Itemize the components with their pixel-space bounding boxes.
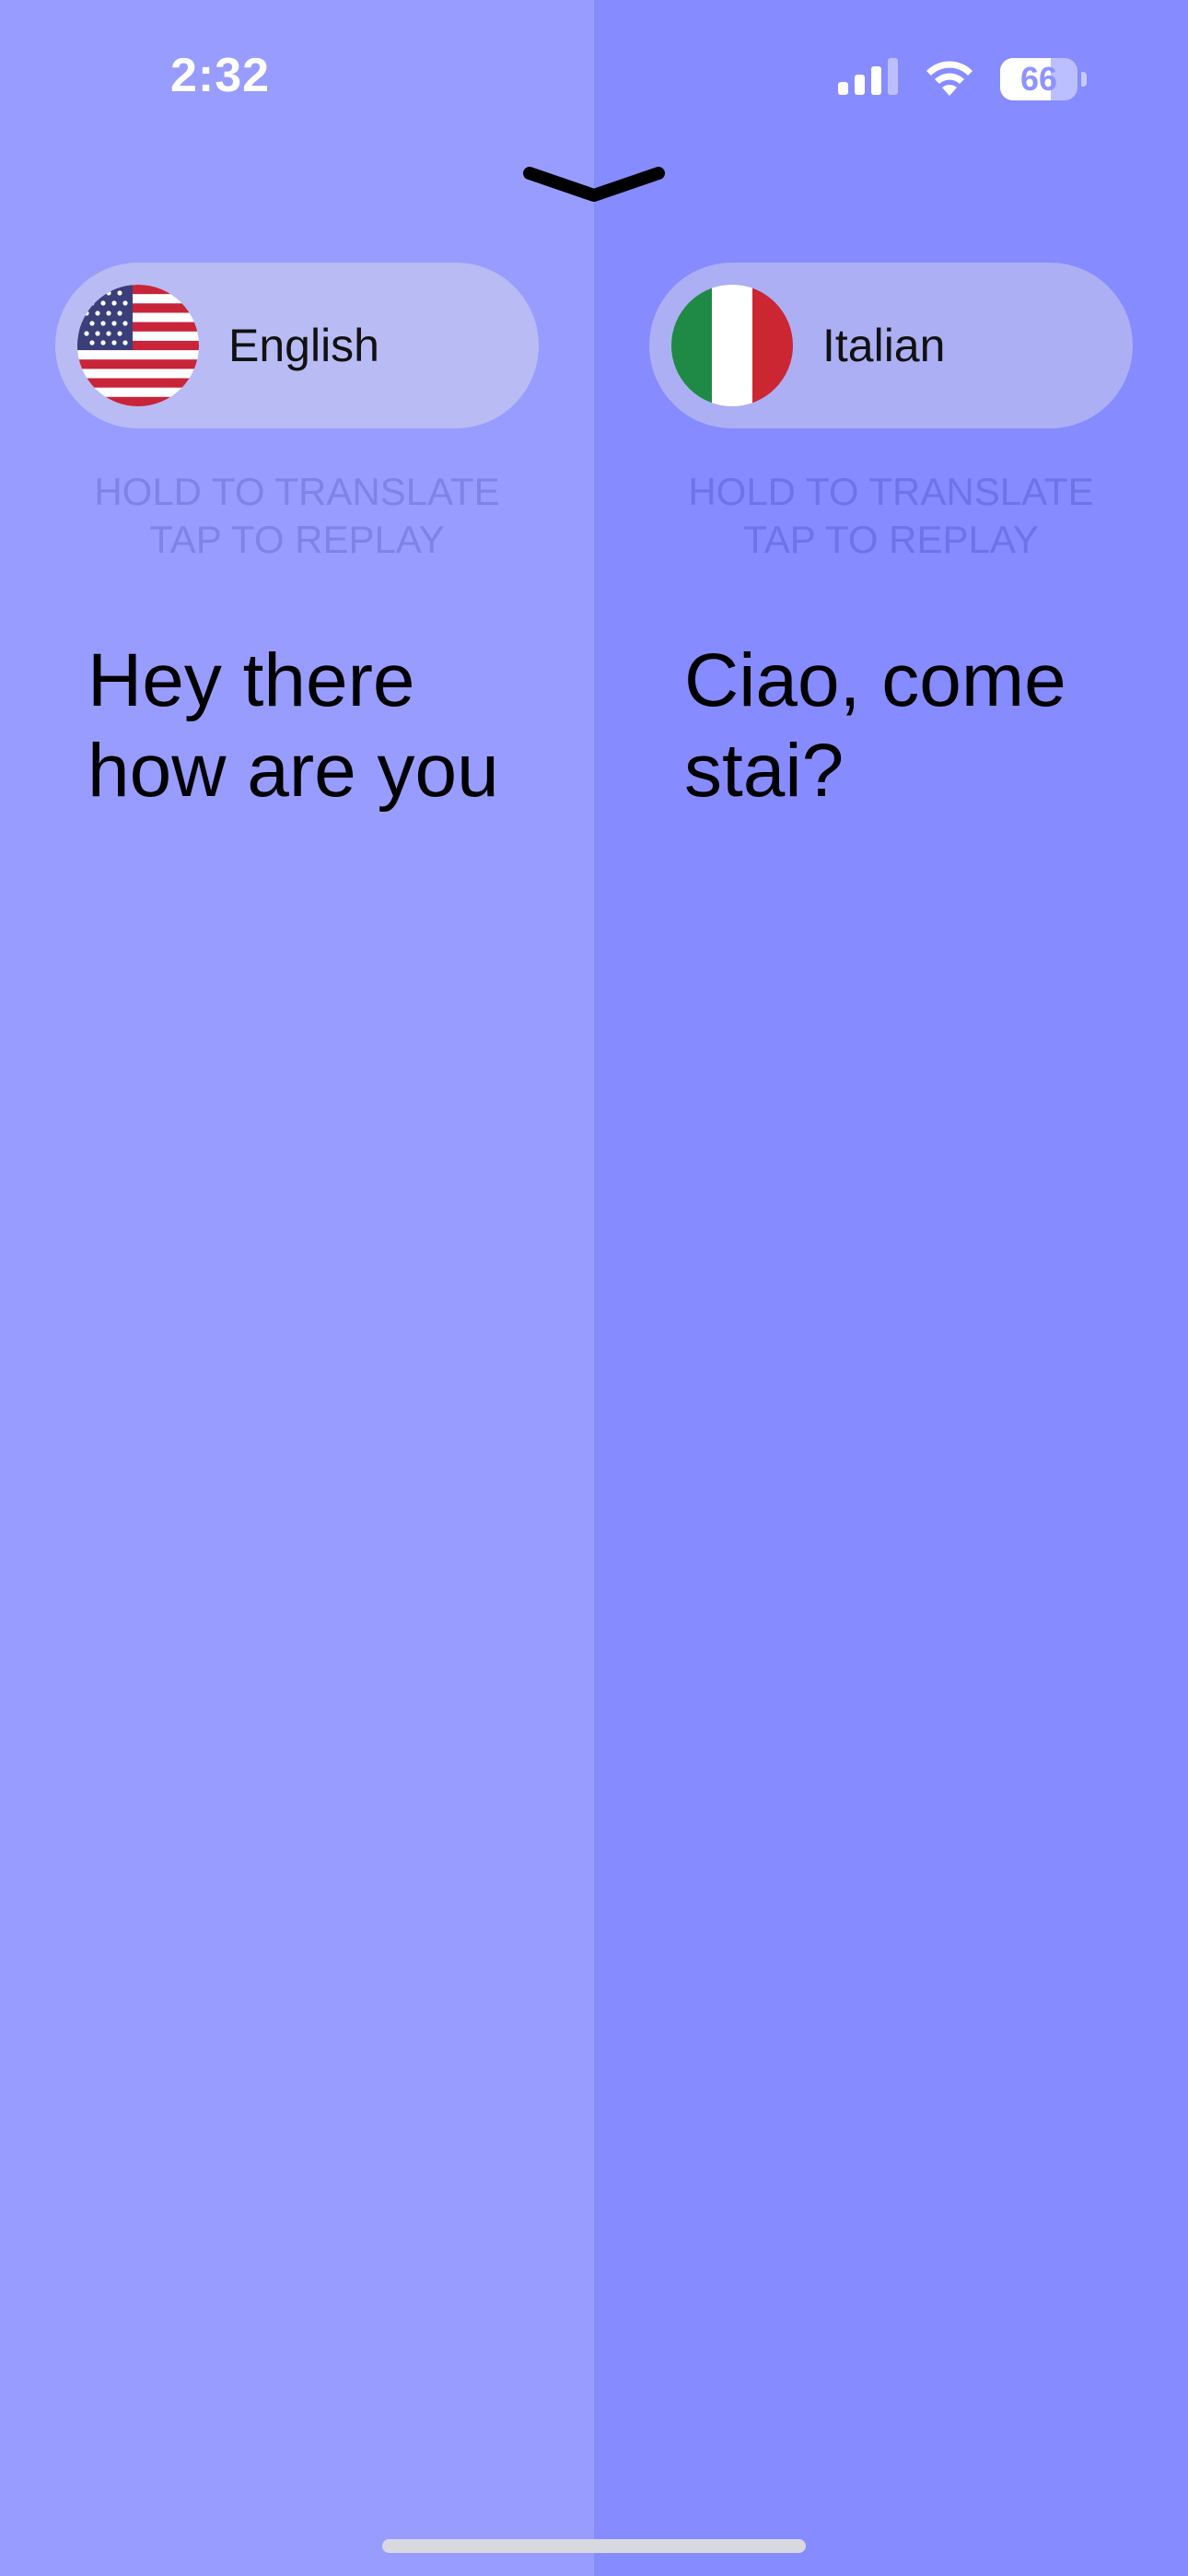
us-flag-icon <box>77 285 199 406</box>
cellular-signal-icon <box>838 58 899 100</box>
source-phrase[interactable]: Hey there how are you <box>87 636 566 816</box>
hint-hold-to-translate: HOLD TO TRANSLATE <box>94 470 500 513</box>
hint-hold-to-translate: HOLD TO TRANSLATE <box>688 470 1094 513</box>
italy-flag-icon <box>671 285 793 406</box>
battery-level: 66 <box>1019 59 1058 98</box>
language-selector-english[interactable]: English <box>55 263 539 428</box>
battery-tip <box>1081 71 1087 87</box>
hint-tap-to-replay: TAP TO REPLAY <box>149 518 445 561</box>
hint-tap-to-replay: TAP TO REPLAY <box>743 518 1039 561</box>
language-selector-italian[interactable]: Italian <box>649 263 1133 428</box>
language-label: English <box>228 320 379 371</box>
status-time: 2:32 <box>170 49 271 102</box>
hint-text-left: HOLD TO TRANSLATE TAP TO REPLAY <box>55 468 539 564</box>
language-label: Italian <box>822 320 946 371</box>
battery-icon: 66 <box>1000 57 1077 100</box>
home-indicator[interactable] <box>382 2539 806 2553</box>
chevron-down-icon[interactable] <box>520 157 668 212</box>
wifi-icon <box>923 57 976 100</box>
status-icons: 66 <box>838 57 1087 100</box>
translated-phrase[interactable]: Ciao, come stai? <box>684 636 1163 816</box>
hint-text-right: HOLD TO TRANSLATE TAP TO REPLAY <box>649 468 1133 564</box>
